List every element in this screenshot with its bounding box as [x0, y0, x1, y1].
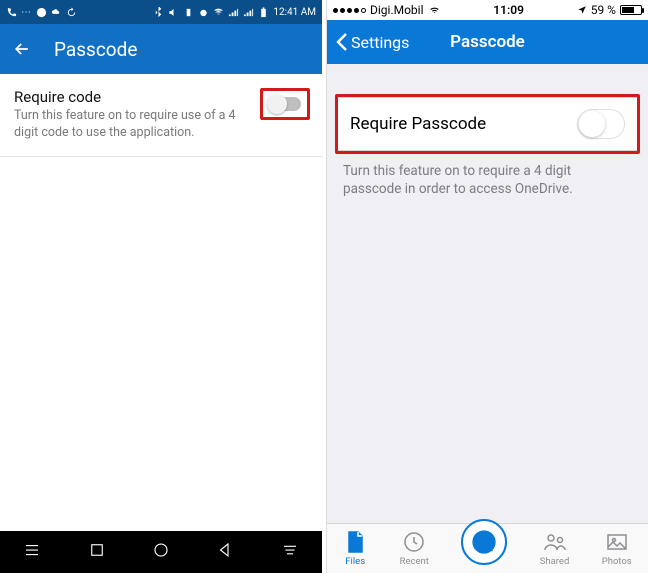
tab-label: Photos — [602, 556, 632, 567]
require-code-toggle[interactable] — [269, 97, 301, 111]
android-screen: ⋯ 12:41 AM Passcode Require code Turn th… — [0, 0, 322, 573]
tab-shared[interactable]: Shared — [540, 530, 570, 567]
scan-circle — [461, 519, 507, 565]
tab-photos[interactable]: Photos — [602, 530, 632, 567]
nav-overview-button[interactable] — [281, 541, 299, 563]
android-header: Passcode — [0, 24, 322, 74]
row-subtitle: Turn this feature on to require use of a… — [14, 108, 252, 142]
toggle-highlight — [260, 88, 310, 120]
files-icon — [343, 530, 367, 554]
require-code-row[interactable]: Require code Turn this feature on to req… — [0, 74, 322, 157]
header-title: Passcode — [54, 38, 137, 61]
status-left: Digi.Mobil — [333, 3, 441, 17]
back-label: Settings — [351, 33, 409, 52]
status-left-icons: ⋯ — [6, 7, 77, 18]
row-title: Require code — [14, 88, 252, 106]
cloud-icon — [51, 7, 62, 18]
bluetooth-icon — [153, 7, 164, 18]
signal-icon — [228, 7, 239, 18]
signal2-icon — [243, 7, 254, 18]
row-label: Require Passcode — [350, 114, 577, 134]
row-text: Require code Turn this feature on to req… — [14, 88, 260, 142]
alarm-icon — [198, 7, 209, 18]
ios-header: Settings Passcode — [327, 20, 648, 64]
ios-tab-bar: Files Recent Shared Photos — [327, 523, 648, 573]
refresh-icon — [66, 7, 77, 18]
tab-label: Shared — [540, 556, 570, 567]
status-time: 11:09 — [493, 3, 524, 17]
tab-label: Files — [345, 556, 365, 567]
android-nav-bar — [0, 531, 322, 573]
vibrate-icon — [183, 7, 194, 18]
ios-status-bar: Digi.Mobil 11:09 59 % — [327, 0, 648, 20]
battery-icon — [620, 5, 642, 15]
dots-icon: ⋯ — [21, 7, 32, 18]
tab-recent[interactable]: Recent — [400, 530, 429, 567]
spotify-icon — [36, 7, 47, 18]
status-right: 59 % — [577, 3, 642, 17]
back-arrow-icon[interactable] — [12, 39, 32, 59]
wifi-icon — [213, 7, 224, 18]
carrier-label: Digi.Mobil — [370, 3, 424, 17]
phone-icon — [6, 7, 17, 18]
status-time: 12:41 AM — [273, 7, 316, 18]
mute-icon — [168, 7, 179, 18]
recent-icon — [402, 530, 426, 554]
nav-recent-button[interactable] — [88, 541, 106, 563]
nav-home-button[interactable] — [152, 541, 170, 563]
wifi-icon — [428, 5, 441, 15]
battery-percent: 59 % — [591, 3, 616, 17]
require-passcode-toggle[interactable] — [577, 109, 625, 139]
tab-scan[interactable] — [461, 533, 507, 565]
require-passcode-row[interactable]: Require Passcode — [338, 97, 637, 151]
row-highlight: Require Passcode — [335, 94, 640, 154]
nav-back-button[interactable] — [216, 541, 234, 563]
row-description: Turn this feature on to require a 4 digi… — [327, 154, 648, 198]
aperture-icon — [471, 529, 497, 555]
ios-body: Require Passcode Turn this feature on to… — [327, 64, 648, 523]
back-button[interactable]: Settings — [335, 32, 409, 52]
tab-files[interactable]: Files — [343, 530, 367, 567]
android-body: Require code Turn this feature on to req… — [0, 74, 322, 157]
status-right-icons: 12:41 AM — [153, 7, 316, 18]
location-icon — [577, 5, 587, 15]
tab-label: Recent — [400, 556, 429, 567]
nav-menu-button[interactable] — [23, 541, 41, 563]
photos-icon — [605, 530, 629, 554]
shared-icon — [543, 530, 567, 554]
signal-dots-icon — [333, 8, 366, 13]
android-status-bar: ⋯ 12:41 AM — [0, 0, 322, 24]
battery-icon — [258, 7, 269, 18]
ios-screen: Digi.Mobil 11:09 59 % Settings Passcode … — [326, 0, 648, 573]
spacer — [327, 64, 648, 94]
